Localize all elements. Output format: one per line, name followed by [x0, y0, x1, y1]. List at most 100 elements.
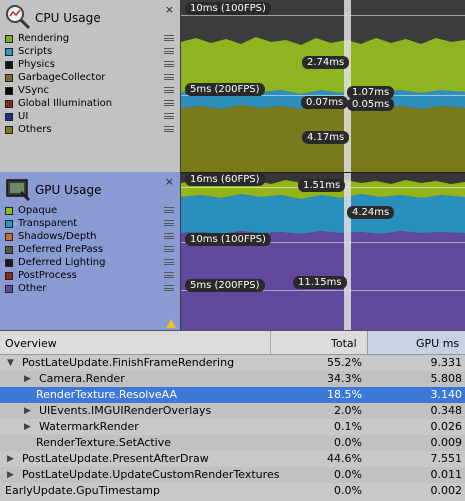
legend-swatch — [5, 35, 13, 43]
expand-arrow-icon[interactable]: ▶ — [7, 467, 14, 483]
drag-handle-icon[interactable] — [164, 272, 174, 278]
drag-handle-icon[interactable] — [164, 259, 174, 265]
drag-handle-icon[interactable] — [164, 233, 174, 239]
row-total: 0.0% — [334, 468, 362, 481]
drag-handle-icon[interactable] — [164, 87, 174, 93]
legend-label: Scripts — [18, 46, 53, 57]
legend-item-others[interactable]: Others — [4, 123, 174, 136]
table-row[interactable]: ▶ PostLateUpdate.UpdateCustomRenderTextu… — [0, 467, 465, 483]
drag-handle-icon[interactable] — [164, 100, 174, 106]
drag-handle-icon[interactable] — [164, 61, 174, 67]
drag-handle-icon[interactable] — [164, 220, 174, 226]
drag-handle-icon[interactable] — [164, 126, 174, 132]
legend-label: Global Illumination — [18, 98, 113, 109]
row-name: WatermarkRender — [39, 420, 139, 433]
gpu-value-label: 1.51ms — [298, 179, 346, 192]
column-header-overview[interactable]: Overview — [5, 337, 57, 350]
gpu-line-label-low: 5ms (200FPS) — [185, 279, 265, 292]
column-divider[interactable] — [270, 331, 271, 354]
expand-arrow-icon[interactable]: ▶ — [24, 371, 31, 387]
legend-swatch — [5, 220, 13, 228]
legend-swatch — [5, 74, 13, 82]
legend-swatch — [5, 100, 13, 108]
legend-item-other[interactable]: Other — [4, 282, 174, 295]
legend-swatch — [5, 246, 13, 254]
drag-handle-icon[interactable] — [164, 113, 174, 119]
overview-table: Overview Total GPU ms ▼ PostLateUpdate.F… — [0, 330, 465, 501]
drag-handle-icon[interactable] — [164, 35, 174, 41]
table-row[interactable]: ▶ UIEvents.IMGUIRenderOverlays 2.0% 0.34… — [0, 403, 465, 419]
legend-item-shadows-depth[interactable]: Shadows/Depth — [4, 230, 174, 243]
gpu-close-icon[interactable]: × — [165, 175, 174, 188]
cpu-line-label-mid: 5ms (200FPS) — [185, 83, 265, 96]
frame-cursor[interactable] — [344, 173, 351, 330]
legend-item-scripts[interactable]: Scripts — [4, 45, 174, 58]
legend-item-ui[interactable]: UI — [4, 110, 174, 123]
collapse-arrow-icon[interactable]: ▼ — [7, 355, 14, 371]
legend-swatch — [5, 272, 13, 280]
row-name: Camera.Render — [39, 372, 125, 385]
legend-swatch — [5, 285, 13, 293]
expand-arrow-icon[interactable]: ▶ — [24, 419, 31, 435]
table-row[interactable]: RenderTexture.SetActive 0.0% 0.009 — [0, 435, 465, 451]
drag-handle-icon[interactable] — [164, 74, 174, 80]
column-header-gpu-ms[interactable]: GPU ms — [416, 337, 459, 350]
row-total: 0.1% — [334, 420, 362, 433]
expand-arrow-icon[interactable]: ▶ — [24, 403, 31, 419]
row-total: 2.0% — [334, 404, 362, 417]
gpu-value-label: 11.15ms — [293, 276, 347, 289]
legend-label: Transparent — [18, 218, 78, 229]
gpu-usage-chart[interactable]: 16ms (60FPS) 10ms (100FPS) 5ms (200FPS) … — [181, 172, 465, 330]
row-gpu-ms: 0.002 — [430, 484, 463, 497]
legend-swatch — [5, 233, 13, 241]
table-row[interactable]: ▶ Camera.Render 34.3% 5.808 — [0, 371, 465, 387]
row-name: RenderTexture.ResolveAA — [36, 388, 177, 401]
table-row-selected[interactable]: RenderTexture.ResolveAA 18.5% 3.140 — [0, 387, 465, 403]
table-row[interactable]: ▼ PostLateUpdate.FinishFrameRendering 55… — [0, 355, 465, 371]
legend-item-opaque[interactable]: Opaque — [4, 204, 174, 217]
legend-item-vsync[interactable]: VSync — [4, 84, 174, 97]
cpu-value-label: 0.07ms — [301, 96, 349, 109]
drag-handle-icon[interactable] — [164, 285, 174, 291]
drag-handle-icon[interactable] — [164, 246, 174, 252]
cpu-close-icon[interactable]: × — [165, 3, 174, 16]
legend-swatch — [5, 48, 13, 56]
cpu-usage-icon — [6, 5, 31, 30]
table-row[interactable]: EarlyUpdate.GpuTimestamp 0.0% 0.002 — [0, 483, 465, 499]
legend-item-postprocess[interactable]: PostProcess — [4, 269, 174, 282]
legend-label: Other — [18, 283, 47, 294]
gpu-chart-area — [181, 180, 465, 330]
cpu-usage-module[interactable]: CPU Usage × Rendering Scripts Physics Ga… — [0, 0, 181, 172]
legend-item-garbagecollector[interactable]: GarbageCollector — [4, 71, 174, 84]
row-gpu-ms: 5.808 — [430, 372, 463, 385]
legend-label: PostProcess — [18, 270, 77, 281]
table-row[interactable]: ▶ WatermarkRender 0.1% 0.026 — [0, 419, 465, 435]
legend-item-deferred-lighting[interactable]: Deferred Lighting — [4, 256, 174, 269]
legend-item-physics[interactable]: Physics — [4, 58, 174, 71]
expand-arrow-icon[interactable]: ▶ — [7, 451, 14, 467]
legend-label: Rendering — [18, 33, 70, 44]
legend-item-global-illumination[interactable]: Global Illumination — [4, 97, 174, 110]
legend-item-transparent[interactable]: Transparent — [4, 217, 174, 230]
legend-label: Others — [18, 124, 52, 135]
row-name: RenderTexture.SetActive — [36, 436, 172, 449]
gpu-usage-module[interactable]: GPU Usage × Opaque Transparent Shadows/D… — [0, 172, 181, 330]
row-total: 18.5% — [327, 388, 362, 401]
row-gpu-ms: 0.026 — [430, 420, 463, 433]
legend-item-rendering[interactable]: Rendering — [4, 32, 174, 45]
drag-handle-icon[interactable] — [164, 207, 174, 213]
cpu-usage-chart[interactable]: 10ms (100FPS) 5ms (200FPS) 2.74ms 1.07ms… — [181, 0, 465, 172]
legend-swatch — [5, 126, 13, 134]
drag-handle-icon[interactable] — [164, 48, 174, 54]
warning-icon[interactable] — [166, 319, 176, 328]
legend-item-deferred-prepass[interactable]: Deferred PrePass — [4, 243, 174, 256]
row-name: EarlyUpdate.GpuTimestamp — [5, 484, 160, 497]
legend-swatch — [5, 207, 13, 215]
row-gpu-ms: 3.140 — [430, 388, 463, 401]
cpu-module-title: CPU Usage — [35, 11, 101, 25]
cpu-value-label: 2.74ms — [302, 56, 350, 69]
column-header-total[interactable]: Total — [331, 337, 357, 350]
table-row[interactable]: ▶ PostLateUpdate.PresentAfterDraw 44.6% … — [0, 451, 465, 467]
legend-label: UI — [18, 111, 29, 122]
legend-swatch — [5, 259, 13, 267]
